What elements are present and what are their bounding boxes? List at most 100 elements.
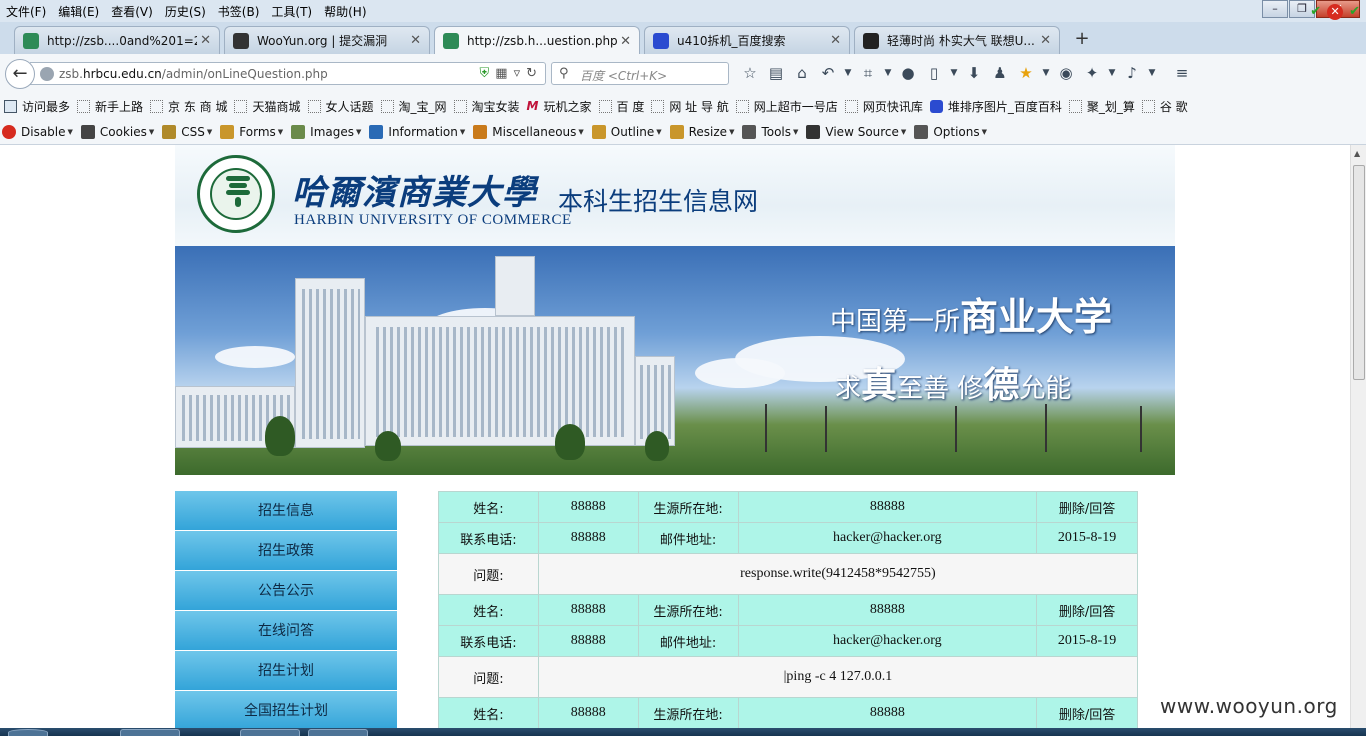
devbar-menu[interactable]: CSS ▼ <box>162 124 212 139</box>
crop-icon[interactable]: ⌗ <box>855 63 881 83</box>
start-button[interactable] <box>8 729 48 736</box>
menu-item[interactable]: 书签(B) <box>212 3 266 20</box>
email-value: hacker@hacker.org <box>737 625 1038 657</box>
bookmark-item[interactable]: 谷 歌 <box>1141 98 1188 115</box>
volume-icon[interactable]: ♪ <box>1119 63 1145 83</box>
checkmark-icon[interactable]: ✔ <box>1310 4 1321 20</box>
taskbar-item[interactable] <box>120 729 180 736</box>
bookmark-item[interactable]: 女人话题 <box>307 98 374 115</box>
scroll-up-arrow-icon[interactable]: ▲ <box>1354 149 1360 158</box>
bookmark-item[interactable]: 堆排序图片_百度百科 <box>929 98 1062 115</box>
browser-tab[interactable]: 轻薄时尚 朴实大气 联想U... ✕ <box>854 26 1060 54</box>
checkmark-icon[interactable]: ✔ <box>1349 4 1360 20</box>
dropdown-icon[interactable]: ▼ <box>841 63 855 83</box>
menu-item[interactable]: 工具(T) <box>265 3 318 20</box>
address-bar[interactable]: zsb.hrbcu.edu.cn/admin/onLineQuestion.ph… <box>30 62 546 85</box>
reload-icon[interactable]: ↻ <box>526 66 537 81</box>
minimize-button[interactable]: – <box>1262 0 1288 18</box>
search-box[interactable]: ⚲ 百度 <Ctrl+K> <box>551 62 729 85</box>
close-tab-icon[interactable]: ✕ <box>1040 33 1051 48</box>
devbar-menu[interactable]: Information ▼ <box>369 124 465 139</box>
sidebar-item[interactable]: 招生计划 <box>175 651 397 691</box>
dropdown-icon[interactable]: ▼ <box>947 63 961 83</box>
home-icon[interactable]: ⌂ <box>789 63 815 83</box>
bookmark-item[interactable]: 网上超市一号店 <box>735 98 838 115</box>
close-tab-icon[interactable]: ✕ <box>410 33 421 48</box>
dropdown-icon[interactable]: ▼ <box>1105 63 1119 83</box>
dropdown-icon[interactable]: ▼ <box>1145 63 1159 83</box>
vertical-scrollbar[interactable]: ▲ <box>1350 145 1366 728</box>
menu-item[interactable]: 帮助(H) <box>318 3 372 20</box>
shield-icon[interactable]: ⛨ <box>480 66 490 81</box>
message-icon[interactable]: ◉ <box>1053 63 1079 83</box>
error-icon[interactable]: ✕ <box>1327 4 1344 20</box>
new-tab-button[interactable]: + <box>1072 28 1092 49</box>
browser-tab[interactable]: http://zsb.h...uestion.php ✕ <box>434 26 640 55</box>
chat-icon[interactable]: ● <box>895 63 921 83</box>
sidebar-item[interactable]: 招生政策 <box>175 531 397 571</box>
menu-item[interactable]: 查看(V) <box>105 3 159 20</box>
url-text: zsb.hrbcu.edu.cn/admin/onLineQuestion.ph… <box>59 67 328 81</box>
devbar-menu[interactable]: Outline ▼ <box>591 124 662 139</box>
bookmark-label: 谷 歌 <box>1159 99 1188 114</box>
devbar-menu[interactable]: Images ▼ <box>291 124 361 139</box>
browser-tab[interactable]: http://zsb....0and%201=2 ✕ <box>14 26 220 54</box>
devbar-menu[interactable]: Options ▼ <box>914 124 987 139</box>
devbar-menu[interactable]: Forms ▼ <box>220 124 283 139</box>
user-icon[interactable]: ♟ <box>987 63 1013 83</box>
dropdown-icon[interactable]: ▼ <box>881 63 895 83</box>
devbar-menu[interactable]: Miscellaneous ▼ <box>473 124 584 139</box>
page-icon[interactable]: ▯ <box>921 63 947 83</box>
bookmark-label: 女人话题 <box>325 99 374 114</box>
sidebar-item[interactable]: 公告公示 <box>175 571 397 611</box>
menu-item[interactable]: 编辑(E) <box>52 3 105 20</box>
devbar-menu[interactable]: View Source ▼ <box>806 124 906 139</box>
bookmark-item[interactable]: 聚_划_算 <box>1068 98 1135 115</box>
close-tab-icon[interactable]: ✕ <box>620 34 631 49</box>
site-identity-icon[interactable] <box>40 67 54 81</box>
bookmark-item[interactable]: 网 址 导 航 <box>651 98 729 115</box>
devbar-menu[interactable]: Cookies ▼ <box>80 124 154 139</box>
bookmark-item[interactable]: 新手上路 <box>77 98 143 115</box>
favorites-icon[interactable]: ★ <box>1013 63 1039 83</box>
bookmark-item[interactable]: 网页快讯库 <box>844 98 923 115</box>
devbar-label: Tools <box>761 124 792 139</box>
devbar-menu[interactable]: Disable ▼ <box>2 124 73 139</box>
bookmark-label: 访问最多 <box>22 99 71 114</box>
close-tab-icon[interactable]: ✕ <box>830 33 841 48</box>
dropdown-icon[interactable]: ▼ <box>1039 63 1053 83</box>
qrcode-icon[interactable]: ▦ <box>495 66 507 81</box>
bookmark-item[interactable]: 百 度 <box>598 98 644 115</box>
download-icon[interactable]: ⬇ <box>961 63 987 83</box>
devbar-menu[interactable]: Tools ▼ <box>742 124 798 139</box>
bookmark-item[interactable]: 天猫商城 <box>234 98 301 115</box>
bookmark-item[interactable]: 淘宝女装 <box>453 98 520 115</box>
sidebar-item[interactable]: 招生信息 <box>175 491 397 531</box>
undo-icon[interactable]: ↶ <box>815 63 841 83</box>
browser-tab[interactable]: u410拆机_百度搜索 ✕ <box>644 26 850 54</box>
reading-list-icon[interactable]: ▤ <box>763 63 789 83</box>
bookmark-item[interactable]: 访问最多 <box>4 98 70 115</box>
menu-item[interactable]: 文件(F) <box>0 3 52 20</box>
bookmark-item[interactable]: M 玩机之家 <box>527 98 592 115</box>
delete-reply-link[interactable]: 删除/回答 <box>1036 594 1138 626</box>
sidebar-item[interactable]: 全国招生计划 <box>175 691 397 728</box>
menu-item[interactable]: 历史(S) <box>159 3 212 20</box>
scroll-thumb[interactable] <box>1353 165 1365 380</box>
taskbar-item[interactable] <box>308 729 368 736</box>
devbar-label: Disable <box>21 124 66 139</box>
bookmark-star-icon[interactable]: ☆ <box>737 63 763 83</box>
back-button[interactable]: ← <box>5 59 35 89</box>
browser-tab[interactable]: WooYun.org | 提交漏洞 ✕ <box>224 26 430 54</box>
delete-reply-link[interactable]: 删除/回答 <box>1036 491 1138 523</box>
dropdown-arrow-icon[interactable]: ▿ <box>514 66 521 81</box>
sidebar-item[interactable]: 在线问答 <box>175 611 397 651</box>
devbar-menu[interactable]: Resize ▼ <box>669 124 734 139</box>
menu-icon[interactable]: ≡ <box>1169 63 1195 83</box>
bookmark-item[interactable]: 京 东 商 城 <box>150 98 227 115</box>
close-tab-icon[interactable]: ✕ <box>200 33 211 48</box>
delete-reply-link[interactable]: 删除/回答 <box>1036 697 1138 728</box>
taskbar-item[interactable] <box>240 729 300 736</box>
bookmark-item[interactable]: 淘_宝_网 <box>380 98 447 115</box>
addon-icon[interactable]: ✦ <box>1079 63 1105 83</box>
